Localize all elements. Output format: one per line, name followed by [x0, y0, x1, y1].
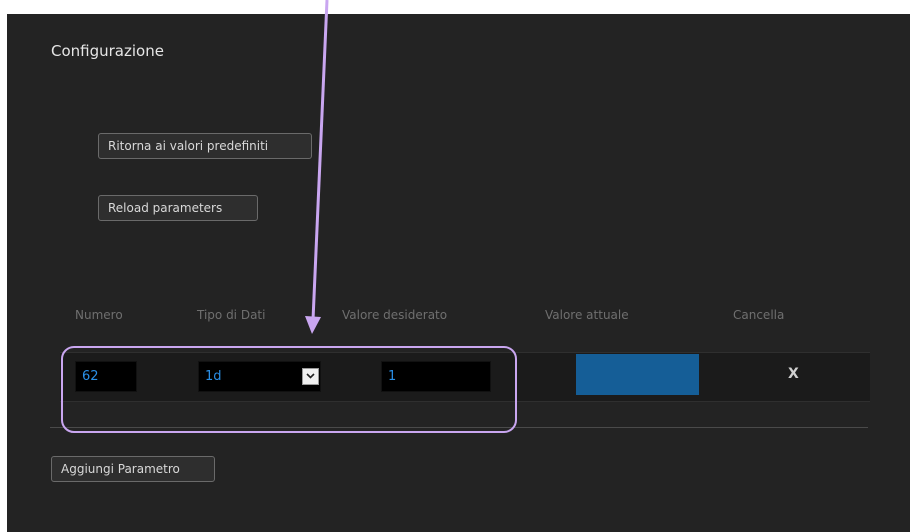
desired-value-input[interactable]: 1 [381, 361, 491, 392]
column-header-valore-desiderato: Valore desiderato [342, 308, 448, 322]
delete-row-button[interactable]: X [788, 366, 799, 382]
column-header-tipo: Tipo di Dati [197, 308, 266, 322]
reset-defaults-button[interactable]: Ritorna ai valori predefiniti [98, 133, 312, 159]
column-header-numero: Numero [75, 308, 123, 322]
chevron-down-icon[interactable] [302, 368, 319, 385]
configuration-panel [7, 14, 910, 532]
data-type-value: 1d [205, 369, 222, 384]
column-header-cancella: Cancella [733, 308, 785, 322]
reload-parameters-button[interactable]: Reload parameters [98, 195, 258, 221]
divider [50, 427, 868, 428]
data-type-select[interactable]: 1d [198, 361, 321, 392]
parameter-number-input[interactable]: 62 [75, 361, 137, 392]
column-header-valore-attuale: Valore attuale [545, 308, 629, 322]
current-value-field [576, 354, 699, 395]
add-parameter-button[interactable]: Aggiungi Parametro [51, 456, 215, 482]
page-title: Configurazione [51, 42, 164, 60]
